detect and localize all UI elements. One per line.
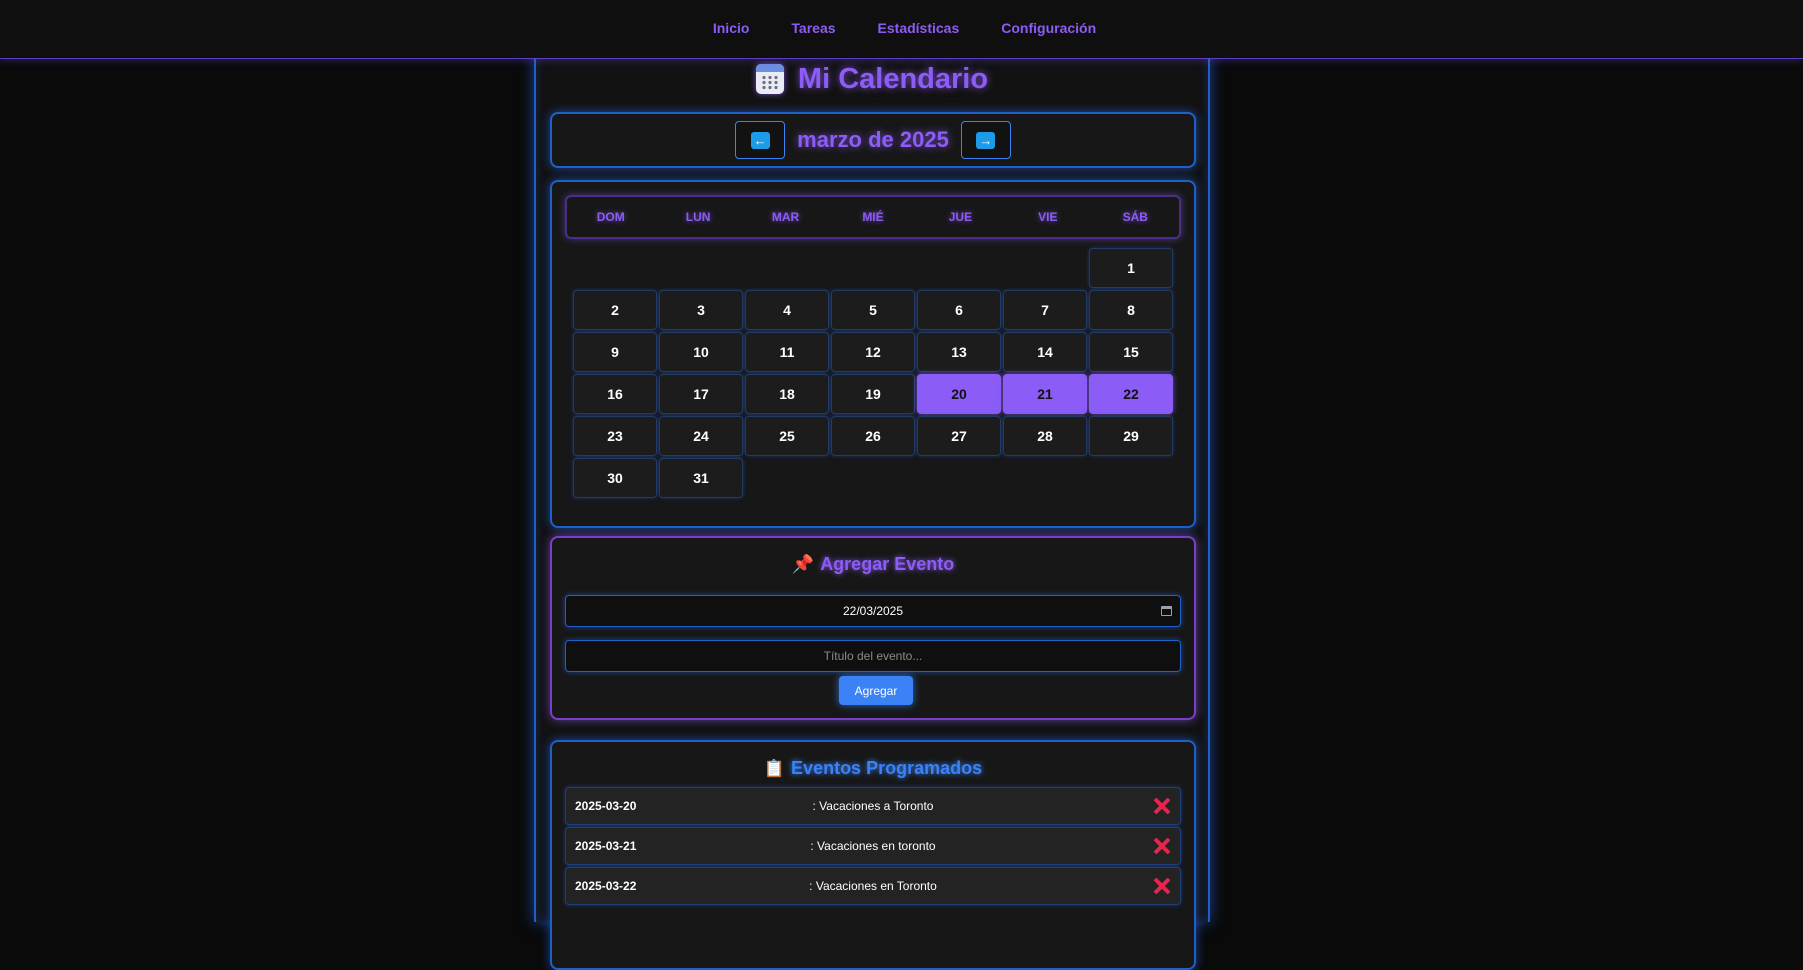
calendar-day-31[interactable]: 31 xyxy=(659,458,743,498)
calendar-day-17[interactable]: 17 xyxy=(659,374,743,414)
weekday-label: SÁB xyxy=(1122,210,1148,224)
calendar-day-8[interactable]: 8 xyxy=(1089,290,1173,330)
calendar-day-18[interactable]: 18 xyxy=(745,374,829,414)
arrow-right-icon: → xyxy=(976,131,996,149)
calendar-day-26[interactable]: 26 xyxy=(831,416,915,456)
calendar-day-5[interactable]: 5 xyxy=(831,290,915,330)
calendar-day-4[interactable]: 4 xyxy=(745,290,829,330)
event-date-input[interactable]: 22/03/2025 xyxy=(565,595,1181,627)
calendar-day-27[interactable]: 27 xyxy=(917,416,1001,456)
event-name: : Vacaciones en toronto xyxy=(810,839,936,853)
calendar-day-20[interactable]: 20 xyxy=(917,374,1001,414)
current-month-label: marzo de 2025 xyxy=(797,127,949,152)
calendar-day-30[interactable]: 30 xyxy=(573,458,657,498)
event-date-value: 22/03/2025 xyxy=(842,604,904,618)
delete-event-icon[interactable] xyxy=(1153,797,1171,815)
calendar-day-11[interactable]: 11 xyxy=(745,332,829,372)
nav-links: Inicio Tareas Estadísticas Configuración xyxy=(713,20,1096,36)
event-date: 2025-03-22 xyxy=(575,879,637,893)
calendar-day-25[interactable]: 25 xyxy=(745,416,829,456)
events-heading: 📋 Eventos Programados xyxy=(552,758,1194,779)
nav-link-inicio[interactable]: Inicio xyxy=(713,20,750,36)
pushpin-icon: 📌 xyxy=(791,554,815,574)
calendar-day-19[interactable]: 19 xyxy=(831,374,915,414)
event-row: 2025-03-20 : Vacaciones a Toronto xyxy=(565,787,1181,825)
nav-link-configuracion[interactable]: Configuración xyxy=(1001,20,1096,36)
calendar-day-13[interactable]: 13 xyxy=(917,332,1001,372)
calendar-day-10[interactable]: 10 xyxy=(659,332,743,372)
arrow-left-icon: ← xyxy=(750,131,770,149)
calendar-day-6[interactable]: 6 xyxy=(917,290,1001,330)
event-title-input[interactable] xyxy=(565,640,1181,672)
top-navbar: Inicio Tareas Estadísticas Configuración xyxy=(0,0,1803,59)
weekday-label: MIÉ xyxy=(862,210,884,224)
add-event-button[interactable]: Agregar xyxy=(839,676,913,705)
calendar-day-22[interactable]: 22 xyxy=(1089,374,1173,414)
calendar-day-3[interactable]: 3 xyxy=(659,290,743,330)
next-month-button[interactable]: → xyxy=(960,121,1011,159)
calendar-empty-cell xyxy=(745,248,829,288)
event-row: 2025-03-22 : Vacaciones en Toronto xyxy=(565,867,1181,905)
weekday-label: MAR xyxy=(771,210,800,224)
add-event-heading: 📌 Agregar Evento xyxy=(552,554,1194,575)
weekday-header: DOM LUN MAR MIÉ JUE VIE SÁB xyxy=(565,195,1181,239)
calendar-day-24[interactable]: 24 xyxy=(659,416,743,456)
calendar-empty-cell xyxy=(831,248,915,288)
weekday-label: VIE xyxy=(1038,210,1058,224)
page-header: Mi Calendario xyxy=(536,61,1208,97)
events-title: Eventos Programados xyxy=(791,758,983,778)
calendar-empty-cell xyxy=(917,248,1001,288)
calendar-day-14[interactable]: 14 xyxy=(1003,332,1087,372)
calendar-day-2[interactable]: 2 xyxy=(573,290,657,330)
calendar-empty-cell xyxy=(1003,248,1087,288)
scheduled-events-panel: 📋 Eventos Programados 2025-03-20 : Vacac… xyxy=(550,740,1196,970)
calendar-day-9[interactable]: 9 xyxy=(573,332,657,372)
clipboard-icon: 📋 xyxy=(763,758,786,778)
calendar-days: 1 2 3 4 5 6 7 8 9 10 11 12 13 14 15 16 17 18 19 20 21 22 23 24 2… xyxy=(573,248,1173,498)
event-date: 2025-03-21 xyxy=(575,839,637,853)
weekday-label: DOM xyxy=(596,210,625,224)
calendar-day-29[interactable]: 29 xyxy=(1089,416,1173,456)
delete-event-icon[interactable] xyxy=(1153,837,1171,855)
calendar-day-15[interactable]: 15 xyxy=(1089,332,1173,372)
calendar-empty-cell xyxy=(659,248,743,288)
calendar-day-23[interactable]: 23 xyxy=(573,416,657,456)
calendar-day-16[interactable]: 16 xyxy=(573,374,657,414)
calendar-day-1[interactable]: 1 xyxy=(1089,248,1173,288)
month-navigation: ← marzo de 2025 → xyxy=(550,112,1196,168)
calendar-day-28[interactable]: 28 xyxy=(1003,416,1087,456)
event-name: : Vacaciones a Toronto xyxy=(812,799,934,813)
date-picker-icon[interactable] xyxy=(1161,606,1172,616)
weekday-label: JUE xyxy=(948,210,973,224)
nav-link-estadisticas[interactable]: Estadísticas xyxy=(878,20,960,36)
add-event-panel: 📌 Agregar Evento 22/03/2025 Agregar xyxy=(550,536,1196,720)
nav-link-tareas[interactable]: Tareas xyxy=(791,20,835,36)
delete-event-icon[interactable] xyxy=(1153,877,1171,895)
event-row: 2025-03-21 : Vacaciones en toronto xyxy=(565,827,1181,865)
calendar-app: Mi Calendario ← marzo de 2025 → DOM LUN … xyxy=(534,52,1210,970)
calendar-grid-panel: DOM LUN MAR MIÉ JUE VIE SÁB 1 2 3 4 5 6 7 8 9 10 1… xyxy=(550,180,1196,528)
prev-month-button[interactable]: ← xyxy=(735,121,786,159)
calendar-icon xyxy=(755,64,784,94)
event-date: 2025-03-20 xyxy=(575,799,637,813)
calendar-day-21[interactable]: 21 xyxy=(1003,374,1087,414)
event-name: : Vacaciones en Toronto xyxy=(809,879,937,893)
weekday-label: LUN xyxy=(685,210,711,224)
calendar-day-7[interactable]: 7 xyxy=(1003,290,1087,330)
calendar-empty-cell xyxy=(573,248,657,288)
add-event-title: Agregar Evento xyxy=(820,554,955,574)
page-title: Mi Calendario xyxy=(797,62,989,95)
calendar-day-12[interactable]: 12 xyxy=(831,332,915,372)
